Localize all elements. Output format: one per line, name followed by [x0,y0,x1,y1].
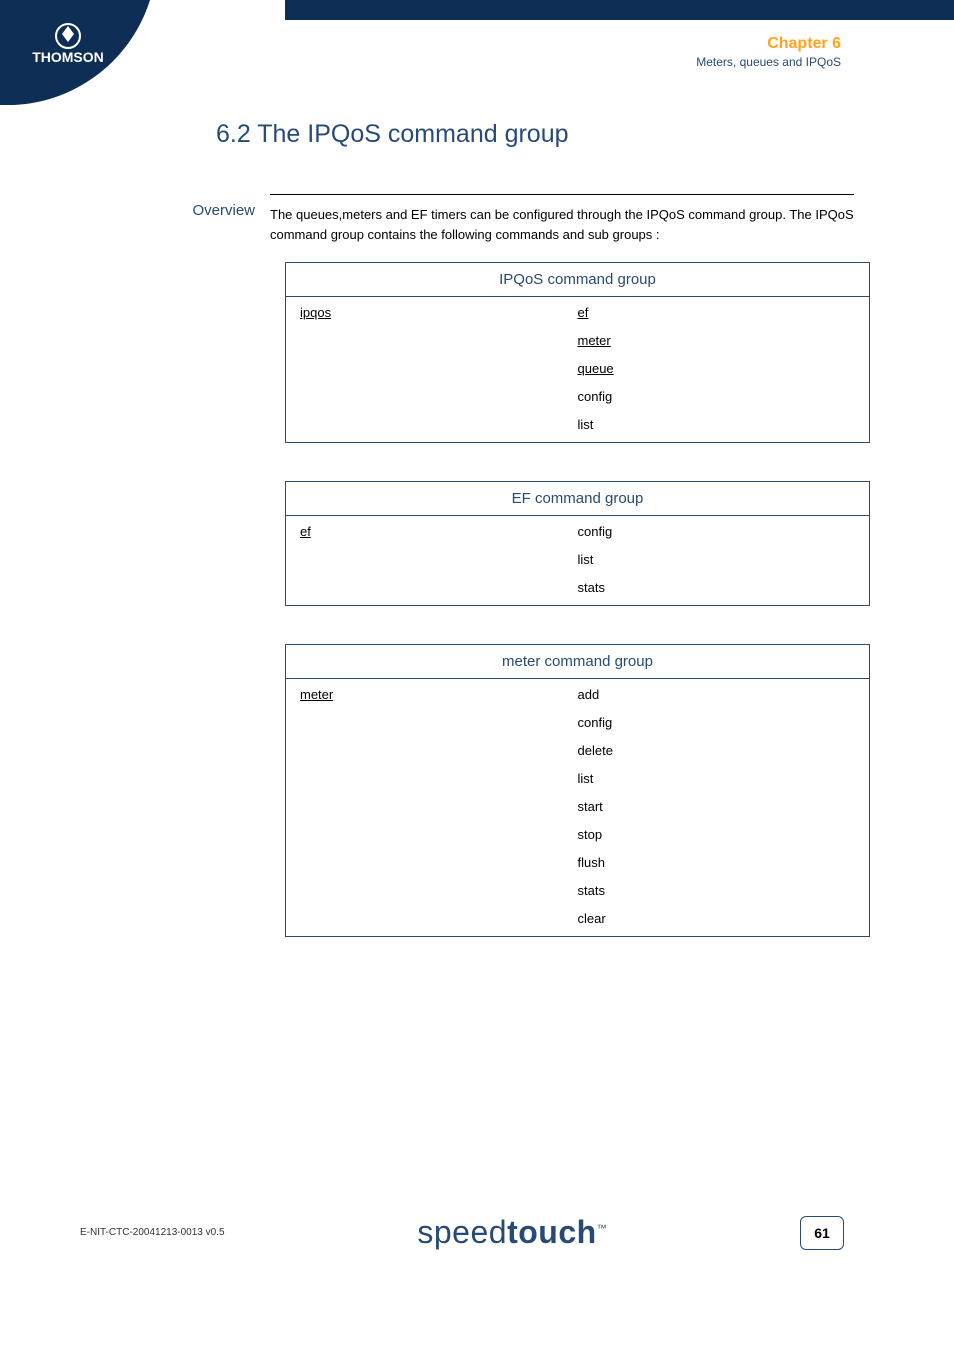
command-item: clear [578,911,856,926]
speedtouch-logo: speedtouch™ [417,1214,607,1251]
command-item: list [578,771,856,786]
command-item: config [578,715,856,730]
command-group-block: meter command groupmeteraddconfigdeletel… [285,644,854,937]
command-group-table: meter command group meteradd config delete l… [285,644,870,937]
overview-label: Overview [80,194,270,244]
command-group-table: EF command group efconfig list stats [285,481,870,606]
command-item: start [578,799,856,814]
chapter-number: Chapter 6 [696,35,841,53]
command-group-table: IPQoS command group ipqosef meter queue conf… [285,262,870,443]
svg-text:THOMSON: THOMSON [32,49,104,65]
command-group-body: ipqosef meter queue config list [286,297,869,442]
overview-text: The queues,meters and EF timers can be c… [270,194,854,244]
section-title: 6.2 The IPQoS command group [216,120,854,149]
command-item: list [578,417,856,432]
command-item: stats [578,883,856,898]
command-link[interactable]: ipqos [300,305,578,320]
command-item: stats [578,580,856,595]
command-group-title: IPQoS command group [286,263,869,297]
command-item: flush [578,855,856,870]
command-column-left: ipqos [300,305,578,432]
command-column-right: config list stats [578,524,856,595]
chapter-subtitle: Meters, queues and IPQoS [696,55,841,69]
brand-tm: ™ [597,1223,608,1234]
page-number: 61 [800,1216,844,1250]
command-item: config [578,524,856,539]
thomson-logo: THOMSON [0,0,150,100]
chapter-header: Chapter 6 Meters, queues and IPQoS [696,35,841,69]
command-item: stop [578,827,856,842]
command-column-left: ef [300,524,578,595]
command-item: delete [578,743,856,758]
command-group-block: EF command groupefconfigliststats [285,481,854,606]
brand-light: speed [417,1214,507,1250]
command-group-body: meteradd config delete list start stop flush st… [286,679,869,936]
doc-code: E-NIT-CTC-20041213-0013 v0.5 [80,1227,225,1238]
command-item: add [578,687,856,702]
command-item: config [578,389,856,404]
command-group-title: EF command group [286,482,869,516]
command-group-block: IPQoS command groupipqosefmeterqueueconf… [285,262,854,443]
top-bar-decoration [285,0,954,20]
command-column-right: ef meter queue config list [578,305,856,432]
command-column-left: meter [300,687,578,926]
command-link[interactable]: ef [578,305,856,320]
command-link[interactable]: queue [578,361,856,376]
command-link[interactable]: meter [578,333,856,348]
command-item: list [578,552,856,567]
command-group-body: efconfig list stats [286,516,869,605]
command-link[interactable]: meter [300,687,578,702]
command-link[interactable]: ef [300,524,578,539]
command-column-right: add config delete list start stop flush stats cl… [578,687,856,926]
command-group-title: meter command group [286,645,869,679]
brand-bold: touch [507,1214,597,1250]
